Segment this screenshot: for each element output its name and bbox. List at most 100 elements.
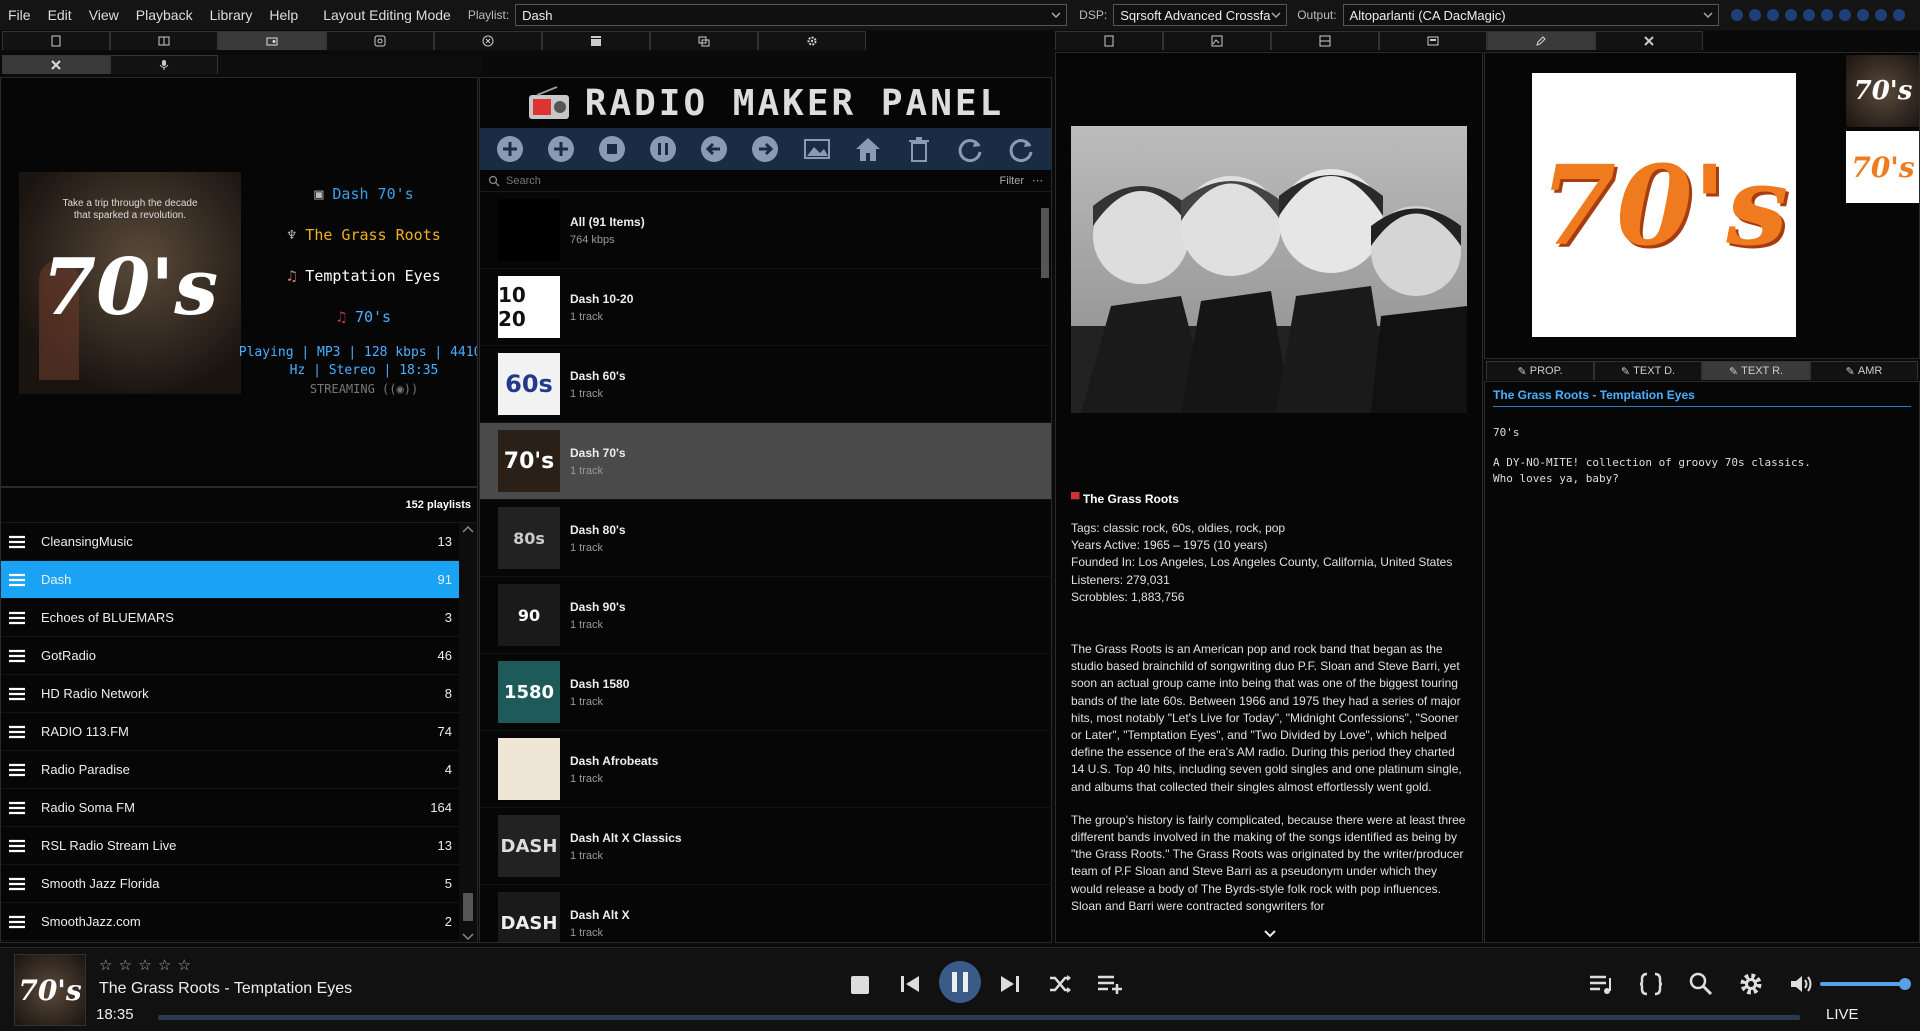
tab-info-image[interactable]: [1163, 31, 1271, 50]
stop-icon[interactable]: [848, 973, 872, 997]
output-dropdown[interactable]: Altoparlanti (CA DacMagic): [1342, 4, 1719, 26]
menu-file[interactable]: File: [8, 7, 31, 23]
tab-prop[interactable]: ✎ PROP.: [1486, 361, 1594, 380]
tab-tools[interactable]: [2, 55, 110, 74]
tab-info-card[interactable]: [1379, 31, 1487, 50]
playlist-row[interactable]: Dash 91: [1, 561, 460, 599]
tray-icon[interactable]: [1856, 9, 1869, 21]
player-album-art[interactable]: 70's: [14, 954, 86, 1026]
add-circle-icon[interactable]: [546, 134, 576, 164]
tab-text-d[interactable]: ✎ TEXT D.: [1594, 361, 1702, 380]
tray-icon[interactable]: [1784, 9, 1797, 21]
tab-window[interactable]: [650, 31, 758, 50]
tray-icon[interactable]: [1838, 9, 1851, 21]
trash-icon[interactable]: [904, 134, 934, 164]
playlist-row[interactable]: Radio Soma FM 164: [1, 789, 460, 827]
cover-thumb-1[interactable]: 70's: [1846, 55, 1919, 127]
tab-text-r[interactable]: ✎ TEXT R.: [1702, 361, 1810, 380]
sync-icon[interactable]: [1006, 134, 1036, 164]
layout-editing-mode[interactable]: Layout Editing Mode: [323, 7, 451, 23]
scroll-thumb[interactable]: [463, 893, 473, 921]
tray-icon[interactable]: [1820, 9, 1833, 21]
tray-icon[interactable]: [1748, 9, 1761, 21]
pause-button[interactable]: [938, 960, 982, 1004]
tab-disc[interactable]: [326, 31, 434, 50]
add-circle-icon[interactable]: [495, 134, 525, 164]
radio-station-item[interactable]: Dash Afrobeats 1 track: [480, 731, 1051, 808]
playlist-dropdown[interactable]: Dash: [515, 4, 1068, 26]
seek-bar[interactable]: [158, 1015, 1800, 1020]
tab-document[interactable]: [2, 31, 110, 50]
volume-slider[interactable]: [1820, 978, 1911, 990]
tray-icon[interactable]: [1874, 9, 1887, 21]
tab-cancel[interactable]: [434, 31, 542, 50]
radio-station-item[interactable]: All (91 Items) 764 kbps: [480, 192, 1051, 269]
cover-thumb-2[interactable]: 70's: [1846, 131, 1919, 203]
scroll-down-icon[interactable]: [459, 931, 477, 943]
playlist-scrollbar[interactable]: [459, 523, 477, 943]
tab-info-edit[interactable]: [1487, 31, 1595, 50]
tab-info-grid[interactable]: [1271, 31, 1379, 50]
menu-help[interactable]: Help: [269, 7, 298, 23]
scroll-up-icon[interactable]: [459, 523, 477, 535]
menu-library[interactable]: Library: [210, 7, 253, 23]
tab-book[interactable]: [110, 31, 218, 50]
volume-knob[interactable]: [1898, 978, 1911, 990]
radio-station-item[interactable]: 1580 Dash 1580 1 track: [480, 654, 1051, 731]
radio-station-item[interactable]: 60s Dash 60's 1 track: [480, 346, 1051, 423]
stop-circle-icon[interactable]: [597, 134, 627, 164]
refresh-icon[interactable]: [955, 134, 985, 164]
playlist-row[interactable]: Echoes of BLUEMARS 3: [1, 599, 460, 637]
playlist-row[interactable]: SmoothJazz.com 2: [1, 903, 460, 941]
tray-icon[interactable]: [1766, 9, 1779, 21]
playlist-row[interactable]: Radio Paradise 4: [1, 751, 460, 789]
chevron-down-icon[interactable]: [1263, 929, 1277, 939]
star-rating[interactable]: ☆ ☆ ☆ ☆ ☆: [99, 956, 192, 974]
tab-settings[interactable]: [758, 31, 866, 50]
playlist-row[interactable]: Smooth Jazz Florida 5: [1, 865, 460, 903]
add-to-queue-icon[interactable]: [1096, 972, 1126, 996]
tray-icon[interactable]: [1730, 9, 1743, 21]
pause-circle-icon[interactable]: [648, 134, 678, 164]
playlist-row[interactable]: HD Radio Network 8: [1, 675, 460, 713]
cover-thumb-text: 70's: [1851, 150, 1915, 184]
tray-icon[interactable]: [1802, 9, 1815, 21]
volume-icon[interactable]: [1788, 972, 1814, 996]
shuffle-icon[interactable]: [1048, 972, 1072, 996]
search-icon[interactable]: [1688, 971, 1714, 997]
menu-edit[interactable]: Edit: [48, 7, 72, 23]
radio-station-item[interactable]: DASH Dash Alt X 1 track: [480, 885, 1051, 942]
next-icon[interactable]: [998, 972, 1022, 996]
playlist-row[interactable]: RSL Radio Stream Live 13: [1, 827, 460, 865]
menu-view[interactable]: View: [89, 7, 119, 23]
filter-button[interactable]: Filter: [1000, 175, 1024, 187]
radio-station-item[interactable]: 80s Dash 80's 1 track: [480, 500, 1051, 577]
more-icon[interactable]: ⋯: [1032, 174, 1043, 187]
tab-mic[interactable]: [110, 55, 218, 74]
tray-icon[interactable]: [1892, 9, 1905, 21]
playlist-row[interactable]: GotRadio 46: [1, 637, 460, 675]
tab-clapper[interactable]: [542, 31, 650, 50]
radio-station-item[interactable]: 90 Dash 90's 1 track: [480, 577, 1051, 654]
radio-station-item[interactable]: DASH Dash Alt X Classics 1 track: [480, 808, 1051, 885]
radio-search-input[interactable]: [506, 174, 966, 187]
dsp-dropdown[interactable]: Sqrsoft Advanced Crossfa: [1113, 4, 1288, 26]
image-icon[interactable]: [802, 134, 832, 164]
arrow-left-circle-icon[interactable]: [699, 134, 729, 164]
previous-icon[interactable]: [898, 972, 922, 996]
playlist-row[interactable]: RADIO 113.FM 74: [1, 713, 460, 751]
radio-station-item[interactable]: 10 20 Dash 10-20 1 track: [480, 269, 1051, 346]
playlist-icon[interactable]: [1588, 972, 1614, 996]
menu-playback[interactable]: Playback: [136, 7, 193, 23]
home-icon[interactable]: [853, 134, 883, 164]
playlist-row[interactable]: CleansingMusic 13: [1, 523, 460, 561]
radio-list-scrollbar[interactable]: [1041, 208, 1049, 278]
tab-radio[interactable]: [218, 31, 326, 50]
tab-info-tools[interactable]: [1595, 31, 1703, 50]
tab-info-document[interactable]: [1055, 31, 1163, 50]
arrow-right-circle-icon[interactable]: [750, 134, 780, 164]
brackets-icon[interactable]: [1638, 971, 1664, 997]
tab-amr[interactable]: ✎ AMR: [1810, 361, 1918, 380]
gear-icon[interactable]: [1738, 971, 1764, 997]
radio-station-item[interactable]: 70's Dash 70's 1 track: [480, 423, 1051, 500]
